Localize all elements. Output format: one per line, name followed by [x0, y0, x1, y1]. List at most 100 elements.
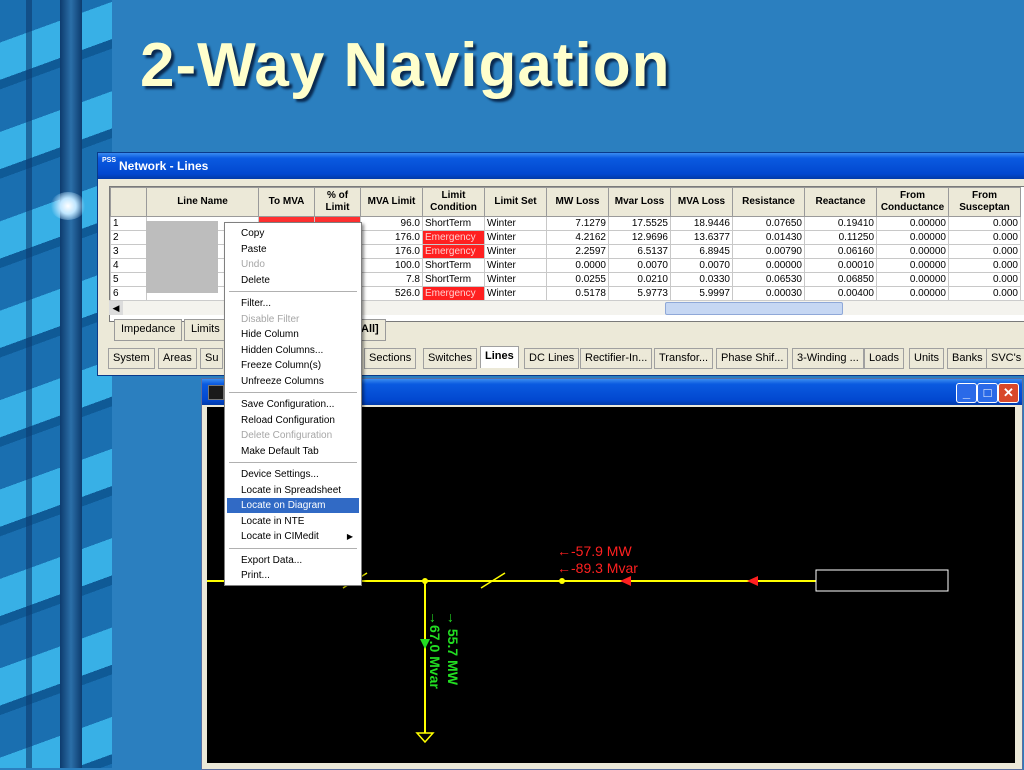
table-cell[interactable]: 0.11250 — [804, 230, 877, 245]
menu-item-freeze-column-s[interactable]: Freeze Column(s) — [227, 358, 359, 373]
tab-svc-s[interactable]: SVC's — [986, 348, 1024, 369]
maximize-icon[interactable]: □ — [977, 383, 998, 403]
table-cell[interactable]: Winter — [484, 230, 547, 245]
table-cell[interactable]: 4.2162 — [546, 230, 609, 245]
menu-item-paste[interactable]: Paste — [227, 242, 359, 257]
table-cell[interactable]: 5.9773 — [608, 286, 671, 301]
menu-item-save-configuration[interactable]: Save Configuration... — [227, 397, 359, 412]
table-cell[interactable]: ShortTerm — [422, 216, 485, 231]
column-header[interactable]: MVA Limit — [360, 187, 423, 217]
tab-3-winding[interactable]: 3-Winding ... — [792, 348, 864, 369]
table-cell[interactable]: 0.0210 — [608, 272, 671, 287]
table-cell[interactable]: 0.000 — [948, 286, 1021, 301]
table-cell[interactable]: 13.6377 — [670, 230, 733, 245]
table-cell[interactable]: 0.0070 — [670, 258, 733, 273]
tab-loads[interactable]: Loads — [864, 348, 904, 369]
table-cell[interactable]: 526.0 — [360, 286, 423, 301]
table-cell[interactable]: 2.2597 — [546, 244, 609, 259]
menu-item-export-data[interactable]: Export Data... — [227, 553, 359, 568]
column-header[interactable]: MW Loss — [546, 187, 609, 217]
table-cell[interactable]: 18.9446 — [670, 216, 733, 231]
table-cell[interactable]: 6 — [110, 286, 147, 301]
close-icon[interactable]: ✕ — [998, 383, 1019, 403]
table-cell[interactable]: 0.000 — [948, 230, 1021, 245]
bus-node[interactable] — [422, 578, 428, 584]
table-cell[interactable]: Emergency — [422, 286, 485, 301]
tab-units[interactable]: Units — [909, 348, 945, 369]
menu-item-hidden-columns[interactable]: Hidden Columns... — [227, 343, 359, 358]
tab-areas[interactable]: Areas — [158, 348, 197, 369]
menu-item-locate-in-nte[interactable]: Locate in NTE — [227, 514, 359, 529]
table-cell[interactable]: 0.5178 — [546, 286, 609, 301]
table-cell[interactable]: 0.00010 — [804, 258, 877, 273]
table-cell[interactable]: ShortTerm — [422, 272, 485, 287]
table-cell[interactable]: Winter — [484, 216, 547, 231]
tab-rectifier-in[interactable]: Rectifier-In... — [580, 348, 653, 369]
bus-node[interactable] — [559, 578, 565, 584]
menu-item-device-settings[interactable]: Device Settings... — [227, 467, 359, 482]
menu-item-reload-configuration[interactable]: Reload Configuration — [227, 413, 359, 428]
table-cell[interactable]: 12.9696 — [608, 230, 671, 245]
column-header[interactable] — [110, 187, 147, 217]
table-cell[interactable]: 0.0330 — [670, 272, 733, 287]
menu-item-delete[interactable]: Delete — [227, 273, 359, 288]
table-cell[interactable]: 6.8945 — [670, 244, 733, 259]
table-cell[interactable]: 0.00000 — [876, 230, 949, 245]
table-cell[interactable]: 2 — [110, 230, 147, 245]
table-cell[interactable]: 0.00000 — [876, 286, 949, 301]
column-header[interactable]: Reactance — [804, 187, 877, 217]
column-header[interactable]: To MVA — [258, 187, 315, 217]
table-cell[interactable]: 176.0 — [360, 244, 423, 259]
table-cell[interactable]: Emergency — [422, 244, 485, 259]
column-header[interactable]: From Susceptan — [948, 187, 1021, 217]
table-cell[interactable]: 0.00000 — [732, 258, 805, 273]
menu-item-filter[interactable]: Filter... — [227, 296, 359, 311]
table-cell[interactable]: 0.00400 — [804, 286, 877, 301]
tab-su[interactable]: Su — [200, 348, 224, 369]
table-cell[interactable]: 5 — [110, 272, 147, 287]
table-cell[interactable]: 100.0 — [360, 258, 423, 273]
table-cell[interactable]: 0.0000 — [546, 258, 609, 273]
table-cell[interactable]: 3 — [110, 244, 147, 259]
column-header[interactable]: Mvar Loss — [608, 187, 671, 217]
network-window-titlebar[interactable]: PSS Network - Lines — [98, 153, 1024, 179]
table-cell[interactable]: 0.19410 — [804, 216, 877, 231]
column-header[interactable]: Line Name — [146, 187, 259, 217]
menu-item-locate-on-diagram[interactable]: Locate on Diagram — [227, 498, 359, 513]
tab-dc-lines[interactable]: DC Lines — [524, 348, 580, 369]
minimize-icon[interactable]: _ — [956, 383, 977, 403]
tab-transfor[interactable]: Transfor... — [654, 348, 714, 369]
tab-switches[interactable]: Switches — [423, 348, 478, 369]
table-cell[interactable]: 96.0 — [360, 216, 423, 231]
menu-item-hide-column[interactable]: Hide Column — [227, 327, 359, 342]
tab-phase-shif[interactable]: Phase Shif... — [716, 348, 789, 369]
table-cell[interactable]: 0.00000 — [876, 244, 949, 259]
table-cell[interactable]: Emergency — [422, 230, 485, 245]
menu-item-locate-in-cimedit[interactable]: Locate in CIMedit ▶ — [227, 529, 359, 544]
table-cell[interactable]: 6.5137 — [608, 244, 671, 259]
column-header[interactable]: % of Limit — [314, 187, 361, 217]
tab-lines[interactable]: Lines — [480, 346, 519, 368]
table-cell[interactable]: 0.0255 — [546, 272, 609, 287]
table-cell[interactable]: 0.000 — [948, 258, 1021, 273]
table-cell[interactable]: Winter — [484, 272, 547, 287]
subtab-limits[interactable]: Limits — [184, 319, 227, 341]
table-cell[interactable]: 0.06530 — [732, 272, 805, 287]
menu-item-copy[interactable]: Copy — [227, 226, 359, 241]
table-cell[interactable]: 0.07650 — [732, 216, 805, 231]
table-cell[interactable]: 0.00000 — [876, 258, 949, 273]
table-cell[interactable]: 0.00030 — [732, 286, 805, 301]
table-cell[interactable]: 0.0070 — [608, 258, 671, 273]
table-cell[interactable]: 0.000 — [948, 216, 1021, 231]
menu-item-unfreeze-columns[interactable]: Unfreeze Columns — [227, 374, 359, 389]
table-cell[interactable]: 0.01430 — [732, 230, 805, 245]
table-cell[interactable]: Winter — [484, 286, 547, 301]
table-cell[interactable]: 0.000 — [948, 272, 1021, 287]
column-header[interactable]: From Conductance — [876, 187, 949, 217]
column-header[interactable]: Limit Set — [484, 187, 547, 217]
menu-item-make-default-tab[interactable]: Make Default Tab — [227, 444, 359, 459]
table-cell[interactable]: 0.00000 — [876, 216, 949, 231]
scroll-left-icon[interactable]: ◀ — [109, 301, 123, 315]
table-cell[interactable]: ShortTerm — [422, 258, 485, 273]
table-cell[interactable]: 0.00790 — [732, 244, 805, 259]
